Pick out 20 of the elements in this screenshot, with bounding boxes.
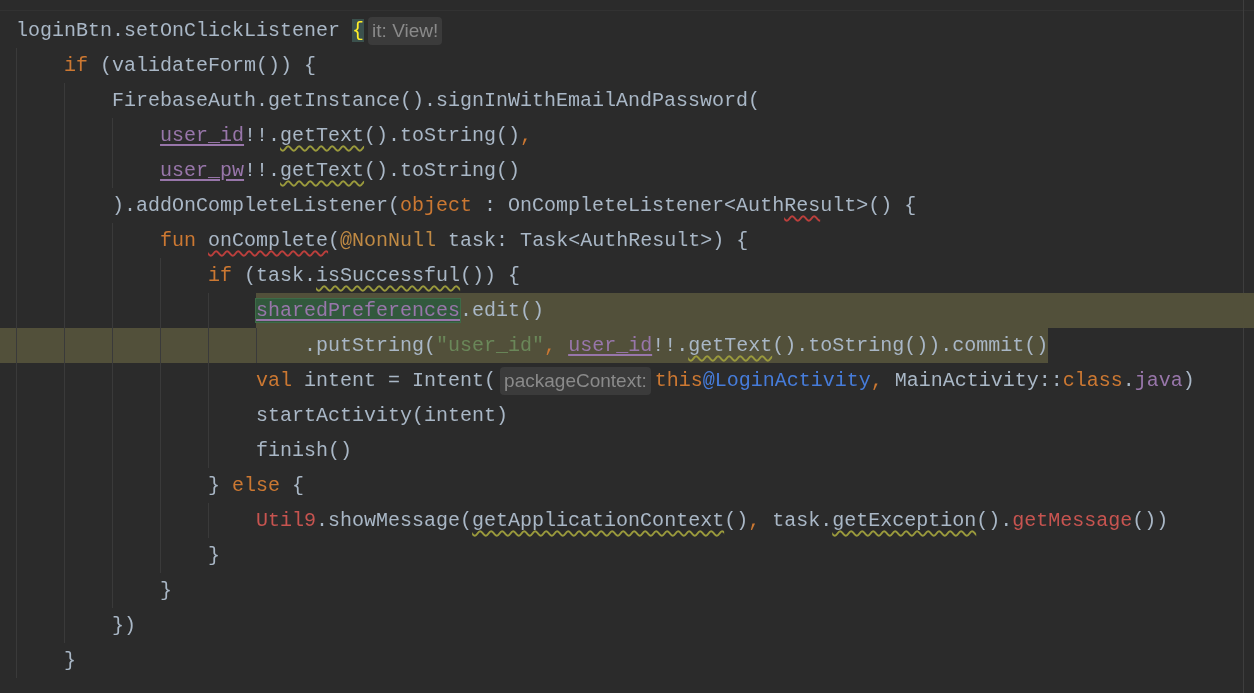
code-text: } [63,648,77,674]
code-text: FirebaseAuth.getInstance().signInWithEmailAndPassword( [111,88,761,114]
code-text: loginBtn.setOnClickListener { [16,18,365,44]
code-text: fun onComplete(@NonNull task: Task<AuthResult>) { [159,228,749,254]
inlay-hint: packageContext: [500,366,651,395]
code-text: if (task.isSuccessful()) { [207,263,521,289]
code-text: finish() [255,438,353,464]
code-text: ).addOnCompleteListener(object : OnCompleteListener<AuthResult>() { [111,193,917,219]
code-text: startActivity(intent) [255,403,509,429]
code-text: if (validateForm()) { [63,53,317,79]
code-text: user_pw!!.getText().toString() [159,158,521,184]
code-text: }) [111,613,137,639]
code-text: } [207,543,221,569]
code-text: val intent = Intent( [255,368,497,394]
inlay-hint: it: View! [368,16,443,45]
code-text: } else { [207,473,305,499]
code-text: this@LoginActivity, MainActivity::class.java) [654,368,1195,394]
code-text: user_id!!.getText().toString(), [159,123,533,149]
code-text: } [159,578,173,604]
code-text: Util9.showMessage(getApplicationContext(), task.getException().getMessage()) [255,508,1169,534]
